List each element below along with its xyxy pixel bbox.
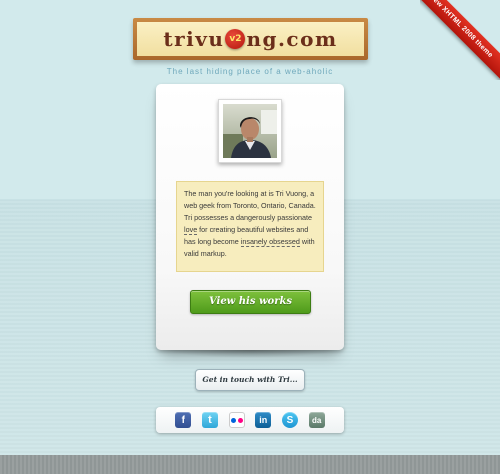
tagline: The last hiding place of a web-aholic — [166, 67, 334, 76]
deviantart-icon[interactable]: da — [308, 412, 325, 428]
social-links-bar: f t in S da — [156, 407, 344, 433]
bio-text: The man you're looking at is Tri Vuong, … — [184, 189, 316, 222]
site-logo[interactable]: trivu v2 ng.com — [133, 18, 368, 60]
facebook-icon[interactable]: f — [175, 412, 192, 428]
view-works-button[interactable]: View his works — [190, 290, 311, 314]
profile-card: The man you're looking at is Tri Vuong, … — [156, 84, 344, 358]
bio-link-obsessed[interactable]: insanely obsessed — [240, 237, 300, 247]
skype-icon[interactable]: S — [281, 412, 298, 428]
avatar — [218, 99, 282, 163]
footer-strip — [0, 455, 500, 474]
linkedin-icon[interactable]: in — [255, 412, 272, 428]
portrait-photo — [223, 104, 277, 158]
contact-button[interactable]: Get in touch with Tri... — [195, 369, 305, 391]
flickr-icon[interactable] — [228, 412, 245, 428]
flickr-blue-dot — [230, 417, 236, 423]
flickr-pink-dot — [237, 417, 243, 423]
twitter-icon[interactable]: t — [201, 412, 218, 428]
bio-link-love[interactable]: love — [184, 225, 198, 235]
logo-text-start: trivu — [163, 27, 225, 51]
bio-text-box: The man you're looking at is Tri Vuong, … — [176, 181, 324, 272]
logo-version-badge: v2 — [225, 29, 246, 49]
logo-plank: trivu v2 ng.com — [137, 22, 364, 56]
logo-text-end: ng.com — [246, 27, 338, 51]
